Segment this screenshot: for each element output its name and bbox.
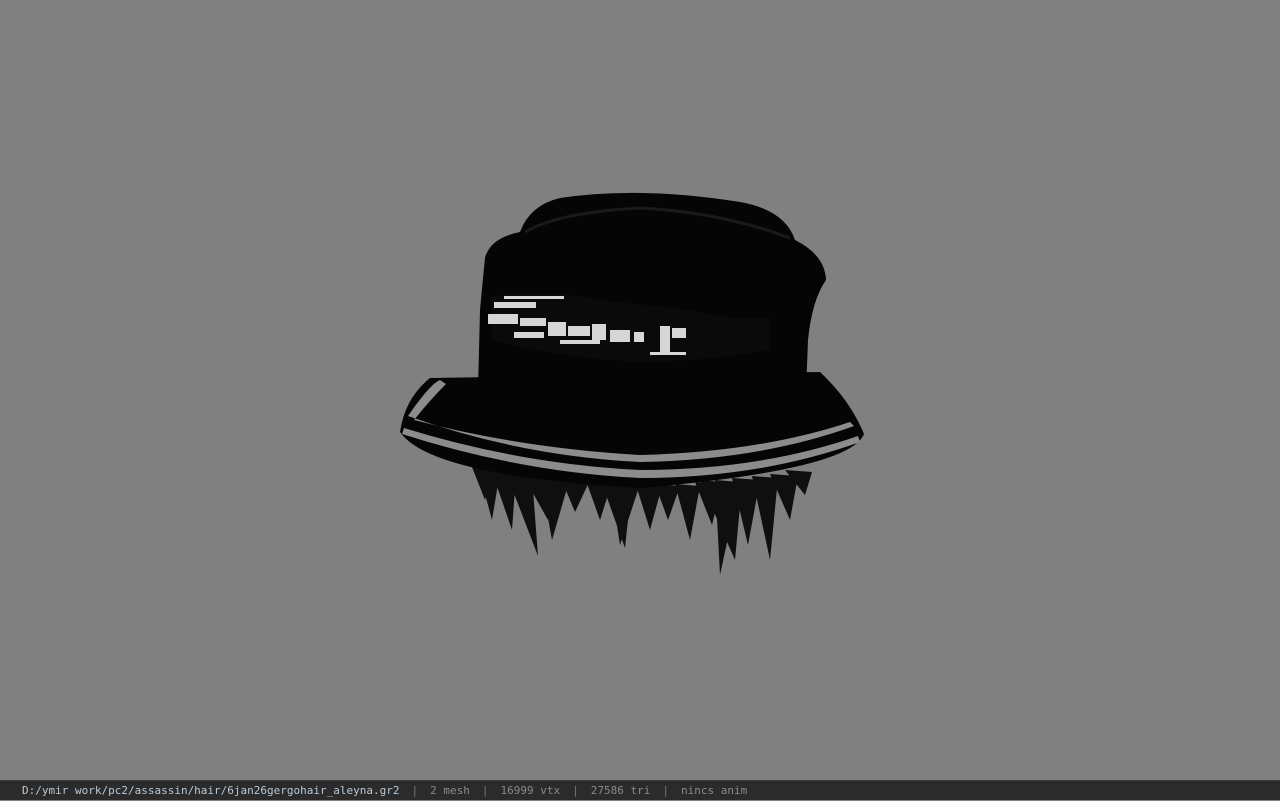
model-render	[400, 192, 864, 575]
status-separator: |	[572, 784, 579, 797]
triangle-count-label: 27586 tri	[590, 784, 651, 797]
status-bar: D:/ymir work/pc2/assassin/hair/6jan26ger…	[0, 780, 1280, 800]
status-separator: |	[662, 784, 669, 797]
status-separator: |	[481, 784, 489, 797]
status-separator: |	[411, 784, 419, 797]
file-path-label: D:/ymir work/pc2/assassin/hair/6jan26ger…	[22, 784, 400, 797]
3d-viewport[interactable]	[0, 0, 1280, 780]
vertex-count-label: 16999 vtx	[500, 784, 561, 797]
mesh-count-label: 2 mesh	[430, 784, 470, 797]
anim-status-label: nincs anim	[680, 784, 748, 797]
